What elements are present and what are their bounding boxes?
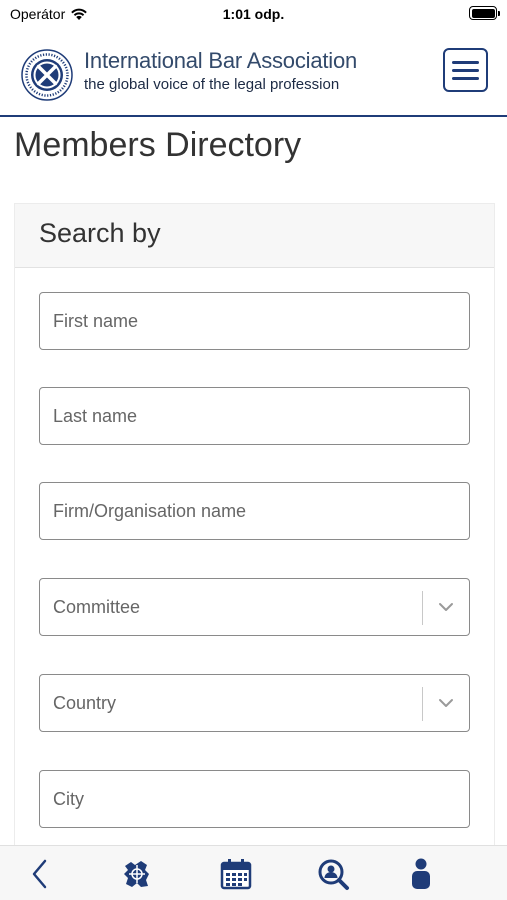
chevron-down-icon[interactable] — [437, 598, 455, 616]
profile-icon — [412, 858, 430, 889]
last-name-field[interactable]: Last name — [39, 387, 470, 445]
page-title: Members Directory — [14, 126, 302, 164]
people-search-icon — [318, 859, 349, 890]
iba-logo — [21, 49, 73, 101]
tab-calendar[interactable] — [218, 856, 254, 892]
committee-select[interactable]: Committee — [39, 578, 470, 636]
status-bar: Operátor 1:01 odp. — [0, 0, 507, 30]
select-divider — [422, 591, 423, 625]
globe-map-icon — [124, 861, 149, 887]
tab-globe[interactable] — [119, 856, 155, 892]
country-placeholder: Country — [53, 693, 117, 713]
city-field[interactable]: City — [39, 770, 470, 828]
chevron-down-icon[interactable] — [437, 694, 455, 712]
calendar-icon — [220, 859, 252, 890]
select-divider — [422, 687, 423, 721]
committee-placeholder: Committee — [53, 597, 141, 617]
brand-name: International Bar Association — [84, 48, 358, 73]
country-select[interactable]: Country — [39, 674, 470, 732]
bottom-tab-bar — [0, 845, 507, 900]
city-placeholder: City — [53, 789, 84, 809]
firm-name-field[interactable]: Firm/Organisation name — [39, 482, 470, 540]
battery-icon — [469, 6, 500, 20]
search-card-title: Search by — [39, 218, 161, 248]
hamburger-menu-icon — [452, 60, 479, 64]
last-name-placeholder: Last name — [53, 406, 138, 426]
search-card: Search by First name Last name Firm/Orga… — [14, 203, 495, 863]
first-name-placeholder: First name — [53, 311, 139, 331]
tab-search-members[interactable] — [315, 856, 351, 892]
firm-name-placeholder: Firm/Organisation name — [53, 501, 247, 521]
status-time: 1:01 odp. — [222, 6, 285, 22]
brand-tagline: the global voice of the legal profession — [84, 76, 340, 93]
app-header: International Bar Association the global… — [0, 30, 507, 117]
search-card-header: Search by — [15, 204, 494, 268]
menu-button[interactable] — [443, 48, 488, 92]
back-chevron-icon — [32, 859, 47, 889]
first-name-field[interactable]: First name — [39, 292, 470, 350]
tab-back[interactable] — [22, 856, 58, 892]
tab-profile[interactable] — [403, 856, 439, 892]
